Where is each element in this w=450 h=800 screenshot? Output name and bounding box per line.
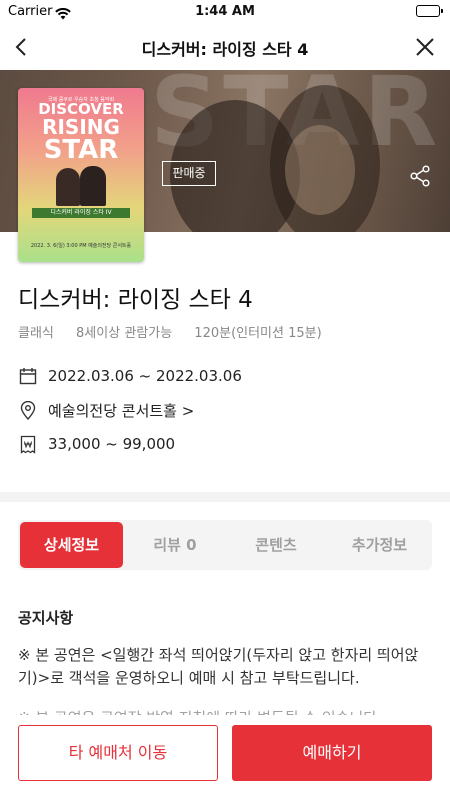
date-row: 2022.03.06 ~ 2022.03.06	[18, 365, 242, 387]
tab-details[interactable]: 상세정보	[20, 522, 123, 568]
tab-reviews[interactable]: 리뷰 0	[125, 520, 225, 570]
poster-performers-image	[52, 166, 110, 206]
chevron-left-icon	[15, 38, 26, 56]
tab-additional-info[interactable]: 추가정보	[329, 520, 430, 570]
battery-icon	[416, 5, 443, 17]
other-vendor-button[interactable]: 타 예매처 이동	[18, 725, 218, 781]
tab-contents[interactable]: 콘텐츠	[226, 520, 326, 570]
share-icon	[410, 165, 430, 187]
poster-band: 디스커버 라이징 스타 IV	[32, 208, 130, 218]
close-button[interactable]	[410, 32, 440, 62]
venue-row[interactable]: 예술의전당 콘서트홀 >	[18, 399, 194, 421]
close-icon	[416, 38, 434, 56]
status-badge: 판매중	[162, 161, 216, 186]
share-button[interactable]	[406, 162, 434, 190]
poster-date: 2022. 3. 6(일) 3:00 PM 예술의전당 콘서트홀	[30, 243, 132, 249]
runtime-label: 120분(인터미션 15분)	[194, 326, 322, 341]
nav-bar: 디스커버: 라이징 스타 4	[0, 24, 450, 70]
notice-heading: 공지사항	[18, 609, 74, 627]
price-row: 33,000 ~ 99,000	[18, 433, 175, 455]
poster-title-line3: STAR	[43, 135, 119, 165]
clock: 1:44 AM	[195, 4, 255, 19]
calendar-icon	[18, 366, 38, 386]
price-range: 33,000 ~ 99,000	[48, 435, 176, 453]
book-button[interactable]: 예매하기	[232, 725, 432, 781]
genre-label: 클래식	[18, 326, 54, 341]
status-bar: Carrier 1:44 AM	[0, 0, 450, 24]
venue-link[interactable]: 예술의전당 콘서트홀 >	[48, 400, 194, 421]
event-meta: 클래식 8세이상 관람가능 120분(인터미션 15분)	[18, 322, 340, 341]
event-title: 디스커버: 라이징 스타 4	[18, 287, 253, 313]
poster-title: DISCOVER RISING STAR	[18, 102, 144, 165]
notice-text: ※ 본 공연은 <일행간 좌석 띄어앉기(두자리 앉고 한자리 띄어앉기)>로 …	[18, 646, 419, 687]
poster-title-line2: RISING	[42, 115, 120, 139]
back-button[interactable]	[6, 32, 36, 62]
section-divider	[0, 492, 450, 502]
bottom-action-bar: 타 예매처 이동 예매하기	[0, 715, 450, 800]
event-poster[interactable]: 국제 콩쿠르 우승자 초청 음악회 DISCOVER RISING STAR 디…	[18, 88, 144, 262]
nav-title: 디스커버: 라이징 스타 4	[141, 40, 309, 59]
age-label: 8세이상 관람가능	[76, 326, 173, 341]
location-pin-icon	[18, 400, 38, 420]
date-range: 2022.03.06 ~ 2022.03.06	[48, 367, 242, 385]
detail-tabs: 상세정보 리뷰 0 콘텐츠 추가정보	[18, 520, 432, 570]
ticket-price-icon	[18, 434, 38, 454]
